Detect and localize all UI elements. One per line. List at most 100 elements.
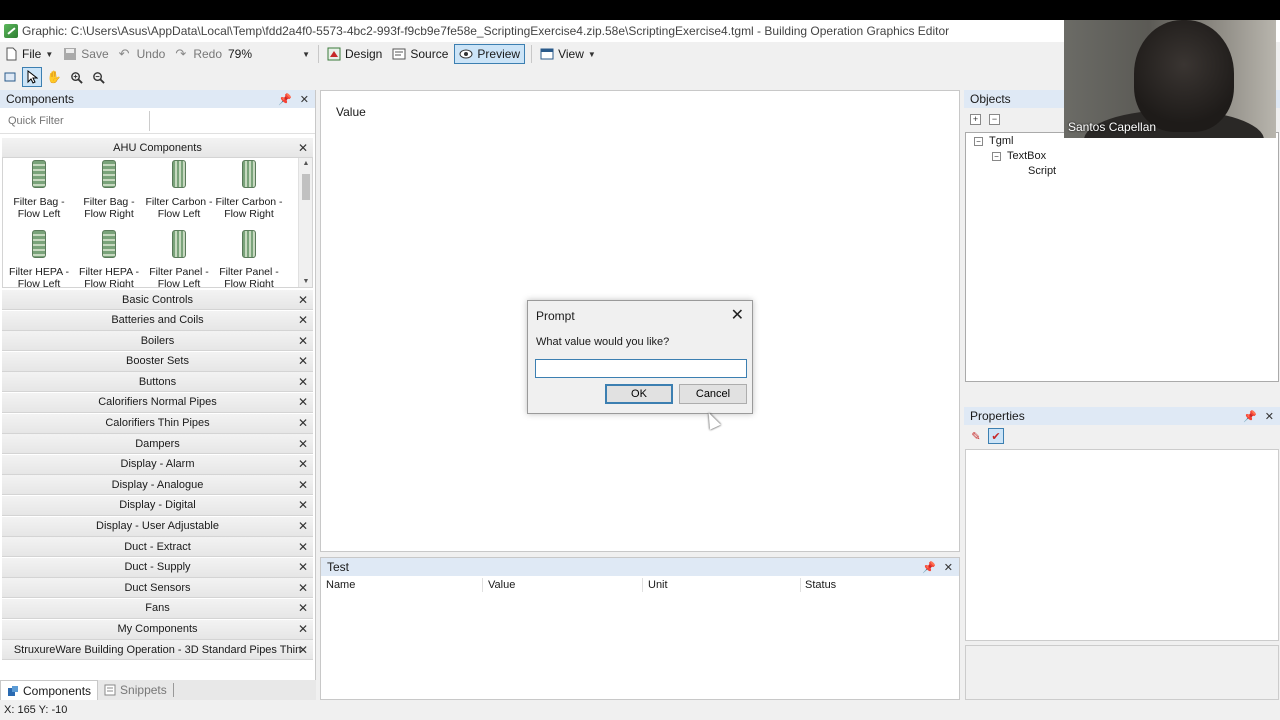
preview-button[interactable]: Preview — [454, 44, 526, 64]
close-icon[interactable]: ✕ — [731, 305, 744, 325]
category-label: Fans — [145, 602, 170, 615]
close-icon[interactable]: ✕ — [298, 581, 308, 595]
category-header[interactable]: Display - User Adjustable ✕ — [2, 516, 313, 537]
close-icon[interactable]: ✕ — [298, 437, 308, 451]
close-icon[interactable]: ✕ — [944, 561, 953, 574]
zoom-in-icon[interactable] — [66, 67, 86, 87]
chevron-up-icon[interactable]: ▲ — [299, 160, 312, 167]
close-icon[interactable]: ✕ — [298, 313, 308, 327]
close-icon[interactable]: ✕ — [298, 334, 308, 348]
ok-button[interactable]: OK — [605, 384, 673, 404]
component-item[interactable]: Filter HEPA - Flow Right — [74, 228, 144, 287]
category-header[interactable]: Buttons ✕ — [2, 372, 313, 393]
collapse-icon[interactable]: − — [974, 136, 983, 146]
close-icon[interactable]: ✕ — [298, 643, 308, 657]
zoom-select[interactable]: 79% ▼ — [228, 44, 314, 64]
category-header[interactable]: Display - Alarm ✕ — [2, 454, 313, 475]
pin-icon[interactable]: 📌 — [922, 561, 936, 574]
category-header[interactable]: Basic Controls ✕ — [2, 290, 313, 310]
chevron-down-icon[interactable]: ▼ — [299, 278, 312, 285]
undo-button[interactable]: ↶ Undo — [115, 44, 170, 64]
events-icon[interactable]: ✔ — [988, 428, 1004, 444]
close-icon[interactable]: ✕ — [298, 141, 308, 155]
tree-node-tgml[interactable]: − Tgml — [974, 135, 1013, 147]
redo-button[interactable]: ↷ Redo — [171, 44, 226, 64]
close-icon[interactable]: ✕ — [298, 293, 308, 307]
cancel-button[interactable]: Cancel — [679, 384, 747, 404]
filter-panel-icon — [242, 230, 256, 258]
category-header[interactable]: StruxureWare Building Operation - 3D Sta… — [2, 640, 313, 661]
category-header[interactable]: Display - Digital ✕ — [2, 495, 313, 516]
image-tool-icon[interactable] — [0, 67, 20, 87]
column-header-value[interactable]: Value — [488, 579, 515, 591]
category-header[interactable]: Booster Sets ✕ — [2, 351, 313, 372]
category-header[interactable]: Duct - Extract ✕ — [2, 537, 313, 558]
close-icon[interactable]: ✕ — [298, 375, 308, 389]
close-icon[interactable]: ✕ — [1265, 410, 1274, 423]
category-label: Display - Digital — [119, 499, 196, 512]
component-item[interactable]: Filter Carbon - Flow Right — [214, 158, 284, 228]
tab-components[interactable]: Components — [0, 680, 99, 700]
vertical-scrollbar[interactable]: ▲ ▼ — [298, 158, 312, 287]
column-header-status[interactable]: Status — [805, 579, 836, 591]
close-icon[interactable]: ✕ — [298, 395, 308, 409]
category-header[interactable]: My Components ✕ — [2, 619, 313, 640]
view-menu-button[interactable]: View ▼ — [536, 44, 600, 64]
category-header[interactable]: Fans ✕ — [2, 598, 313, 619]
close-icon[interactable]: ✕ — [298, 416, 308, 430]
close-icon[interactable]: ✕ — [298, 498, 308, 512]
category-header[interactable]: Batteries and Coils ✕ — [2, 310, 313, 331]
scrollbar-thumb[interactable] — [302, 174, 310, 200]
column-header-name[interactable]: Name — [326, 579, 355, 591]
expand-all-icon[interactable]: + — [970, 113, 981, 125]
component-item[interactable]: Filter Carbon - Flow Left — [144, 158, 214, 228]
category-header[interactable]: Display - Analogue ✕ — [2, 475, 313, 496]
close-icon[interactable]: ✕ — [300, 93, 309, 106]
component-item[interactable]: Filter HEPA - Flow Left — [4, 228, 74, 287]
close-icon[interactable]: ✕ — [298, 560, 308, 574]
close-icon[interactable]: ✕ — [298, 601, 308, 615]
design-icon — [327, 47, 341, 61]
close-icon[interactable]: ✕ — [298, 478, 308, 492]
tree-node-textbox[interactable]: − TextBox — [992, 150, 1046, 162]
component-item[interactable]: Filter Bag - Flow Right — [74, 158, 144, 228]
tab-snippets[interactable]: Snippets — [98, 680, 173, 700]
source-button[interactable]: Source — [388, 44, 452, 64]
category-label: Duct Sensors — [124, 581, 191, 594]
category-header-ahu[interactable]: AHU Components ✕ — [2, 138, 313, 158]
close-icon[interactable]: ✕ — [298, 622, 308, 636]
category-header[interactable]: Boilers ✕ — [2, 331, 313, 352]
quick-filter-row — [0, 108, 315, 134]
zoom-out-icon[interactable] — [88, 67, 108, 87]
save-button[interactable]: Save — [59, 44, 112, 64]
component-item[interactable]: Filter Bag - Flow Left — [4, 158, 74, 228]
pin-icon[interactable]: 📌 — [1243, 410, 1257, 423]
pointer-tool-icon[interactable] — [22, 67, 42, 87]
category-header[interactable]: Calorifiers Thin Pipes ✕ — [2, 413, 313, 434]
column-header-unit[interactable]: Unit — [648, 579, 668, 591]
filter-carbon-icon — [242, 160, 256, 188]
component-item[interactable]: Filter Panel - Flow Right — [214, 228, 284, 287]
component-item[interactable]: Filter Panel - Flow Left — [144, 228, 214, 287]
pin-icon[interactable]: 📌 — [278, 93, 292, 106]
category-header[interactable]: Duct - Supply ✕ — [2, 557, 313, 578]
close-icon[interactable]: ✕ — [298, 519, 308, 533]
design-button[interactable]: Design — [323, 44, 386, 64]
file-menu-button[interactable]: File ▼ — [0, 44, 57, 64]
close-icon[interactable]: ✕ — [298, 354, 308, 368]
properties-icon[interactable]: ✎ — [968, 428, 984, 444]
category-header[interactable]: Calorifiers Normal Pipes ✕ — [2, 392, 313, 413]
close-icon[interactable]: ✕ — [298, 457, 308, 471]
hand-tool-icon[interactable]: ✋ — [44, 67, 64, 87]
prompt-value-input[interactable] — [535, 359, 747, 378]
category-header[interactable]: Dampers ✕ — [2, 434, 313, 455]
tree-node-label: Tgml — [989, 135, 1014, 147]
category-header[interactable]: Duct Sensors ✕ — [2, 578, 313, 599]
collapse-all-icon[interactable]: − — [989, 113, 1000, 125]
component-label: Filter Bag - Flow Left — [13, 196, 65, 220]
components-tabs: Components Snippets — [0, 680, 316, 700]
collapse-icon[interactable]: − — [992, 151, 1001, 161]
tree-node-script[interactable]: Script — [1028, 165, 1056, 177]
quick-filter-input[interactable] — [4, 110, 150, 131]
close-icon[interactable]: ✕ — [298, 540, 308, 554]
